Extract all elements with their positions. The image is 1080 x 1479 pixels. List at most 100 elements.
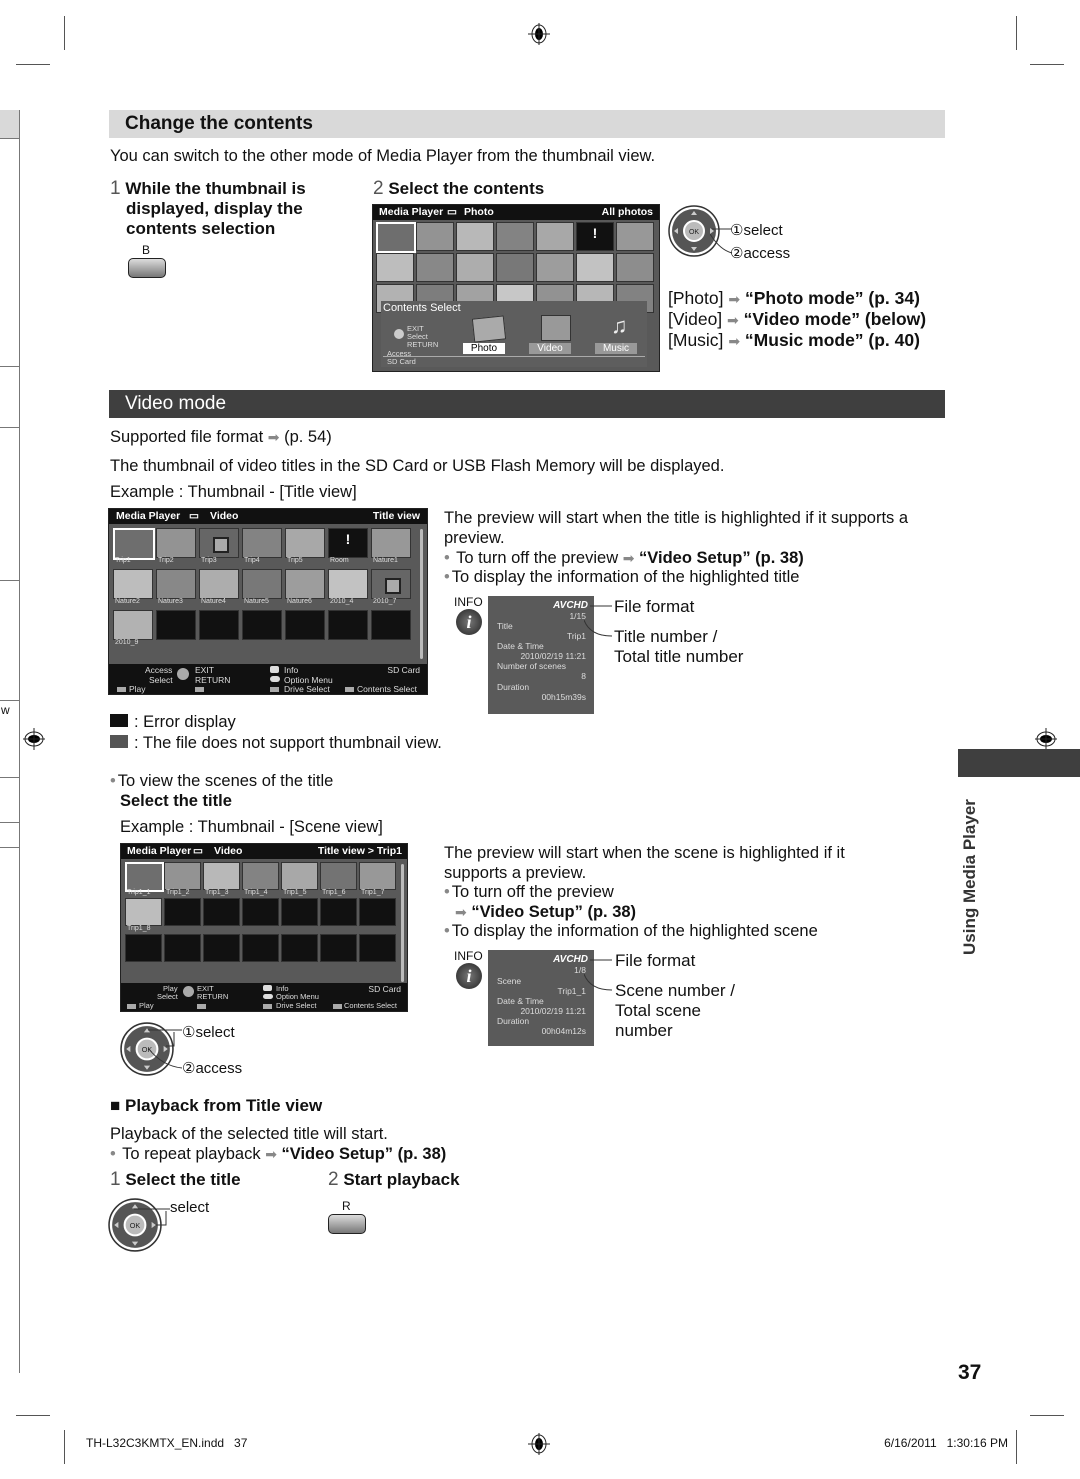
thumbnail[interactable] (576, 253, 614, 282)
link-music-mode[interactable]: [Music] ➡ “Music mode” (p. 40) (668, 330, 926, 351)
thumbnail[interactable] (281, 934, 318, 962)
thumbnail[interactable] (242, 569, 282, 599)
title-view-screen: Media Player ▭ Video Title view Trip1 Tri… (108, 508, 428, 695)
blue-key-icon (345, 687, 354, 692)
thumbnail[interactable] (125, 934, 162, 962)
playback-heading: ■ Playback from Title view (110, 1096, 323, 1115)
thumbnail[interactable] (113, 610, 153, 640)
thumbnail[interactable] (285, 569, 325, 599)
thumbnail[interactable] (199, 528, 239, 558)
thumbnail[interactable] (320, 862, 357, 890)
registration-mark-icon (528, 1433, 550, 1455)
dpad-select-label: ①select (182, 1024, 235, 1041)
thumbnail[interactable] (199, 610, 239, 640)
video-setup-link[interactable]: “Video Setup” (p. 38) (282, 1145, 447, 1163)
info-icon[interactable]: i (456, 963, 482, 989)
thumbnail[interactable] (496, 253, 534, 282)
thumbnail[interactable] (285, 610, 325, 640)
thumbnail[interactable] (242, 528, 282, 558)
thumbnail[interactable] (456, 253, 494, 282)
thumbnail[interactable] (203, 898, 240, 926)
thumbnail[interactable] (456, 222, 494, 251)
info-icon[interactable]: i (456, 609, 482, 635)
link-photo-mode[interactable]: [Photo] ➡ “Photo mode” (p. 34) (668, 288, 926, 309)
thumbnail-label: Trip4 (244, 557, 260, 564)
scene-bullet-display-info: To display the information of the highli… (444, 921, 818, 941)
thumbnail[interactable] (199, 569, 239, 599)
thumbnail[interactable] (616, 253, 654, 282)
thumbnail-label: Trip1_7 (361, 889, 385, 896)
bullet-repeat-playback: To repeat playback ➡ “Video Setup” (p. 3… (110, 1144, 446, 1164)
callout-file-format: File format (614, 597, 695, 616)
thumbnail[interactable] (328, 528, 368, 558)
thumbnail[interactable] (156, 528, 196, 558)
thumbnail[interactable] (320, 934, 357, 962)
thumbnail[interactable] (371, 610, 411, 640)
footer-filename: TH-L32C3KMTX_EN.indd 37 (86, 1436, 248, 1450)
red-r-button[interactable] (328, 1214, 366, 1234)
playback-desc: Playback of the selected title will star… (110, 1125, 388, 1143)
content-option-music[interactable]: Music (595, 343, 637, 354)
thumbnail[interactable] (576, 222, 614, 251)
thumbnail[interactable] (328, 610, 368, 640)
svg-text:OK: OK (689, 229, 699, 236)
thumbnail[interactable] (164, 898, 201, 926)
left-index-tab-active (0, 110, 19, 139)
green-key-icon (195, 687, 204, 692)
thumbnail[interactable] (371, 528, 411, 558)
thumbnail[interactable] (203, 934, 240, 962)
section-title: Video mode (125, 393, 227, 414)
thumbnail[interactable] (281, 898, 318, 926)
thumbnail[interactable] (125, 862, 164, 892)
thumbnail[interactable] (376, 253, 414, 282)
thumbnail[interactable] (203, 862, 240, 890)
video-setup-link[interactable]: “Video Setup” (p. 38) (639, 549, 804, 567)
video-category-icon (541, 315, 571, 341)
scrollbar[interactable] (401, 864, 404, 982)
content-option-video[interactable]: Video (529, 343, 571, 354)
mode-links: [Photo] ➡ “Photo mode” (p. 34) [Video] ➡… (668, 288, 926, 351)
crop-mark (1016, 16, 1017, 50)
thumbnail[interactable] (536, 222, 574, 251)
thumbnail-label: Trip1_8 (127, 925, 151, 932)
thumbnail[interactable] (242, 934, 279, 962)
thumbnail[interactable] (242, 862, 279, 890)
link-video-mode[interactable]: [Video] ➡ “Video mode” (below) (668, 309, 926, 330)
thumbnail[interactable] (285, 528, 325, 558)
blue-b-button[interactable] (128, 258, 166, 278)
example-title-view: Example : Thumbnail - [Title view] (110, 483, 357, 501)
thumbnail[interactable] (328, 569, 368, 599)
thumbnail[interactable] (359, 934, 396, 962)
thumbnail[interactable] (164, 934, 201, 962)
thumbnail[interactable] (416, 253, 454, 282)
dpad-mini-icon (394, 329, 404, 339)
legend-no-thumbnail: : The file does not support thumbnail vi… (134, 734, 442, 752)
thumbnail[interactable] (242, 898, 279, 926)
thumbnail[interactable] (281, 862, 318, 890)
thumbnail[interactable] (156, 569, 196, 599)
title-info-panel: AVCHD 1/15 Title Trip1 Date & Time 2010/… (488, 596, 594, 714)
page-number: 37 (958, 1361, 982, 1384)
supported-format-line: Supported file format ➡ (p. 54) (110, 428, 332, 446)
supported-format-link[interactable]: (p. 54) (284, 428, 332, 446)
thumbnail[interactable] (376, 222, 416, 253)
thumbnail-label: Room (330, 557, 349, 564)
thumbnail[interactable] (156, 610, 196, 640)
scrollbar[interactable] (420, 529, 423, 659)
thumbnail[interactable] (320, 898, 357, 926)
thumbnail[interactable] (416, 222, 454, 251)
thumbnail[interactable] (113, 528, 155, 560)
thumbnail[interactable] (359, 862, 396, 890)
left-index-divider (0, 700, 19, 701)
thumbnail[interactable] (371, 569, 411, 599)
thumbnail[interactable] (164, 862, 201, 890)
video-setup-link[interactable]: “Video Setup” (p. 38) (471, 903, 636, 921)
thumbnail[interactable] (125, 898, 162, 926)
thumbnail[interactable] (359, 898, 396, 926)
thumbnail[interactable] (496, 222, 534, 251)
thumbnail[interactable] (536, 253, 574, 282)
thumbnail[interactable] (113, 569, 153, 599)
thumbnail[interactable] (616, 222, 654, 251)
content-option-photo[interactable]: Photo (463, 343, 505, 354)
thumbnail[interactable] (242, 610, 282, 640)
